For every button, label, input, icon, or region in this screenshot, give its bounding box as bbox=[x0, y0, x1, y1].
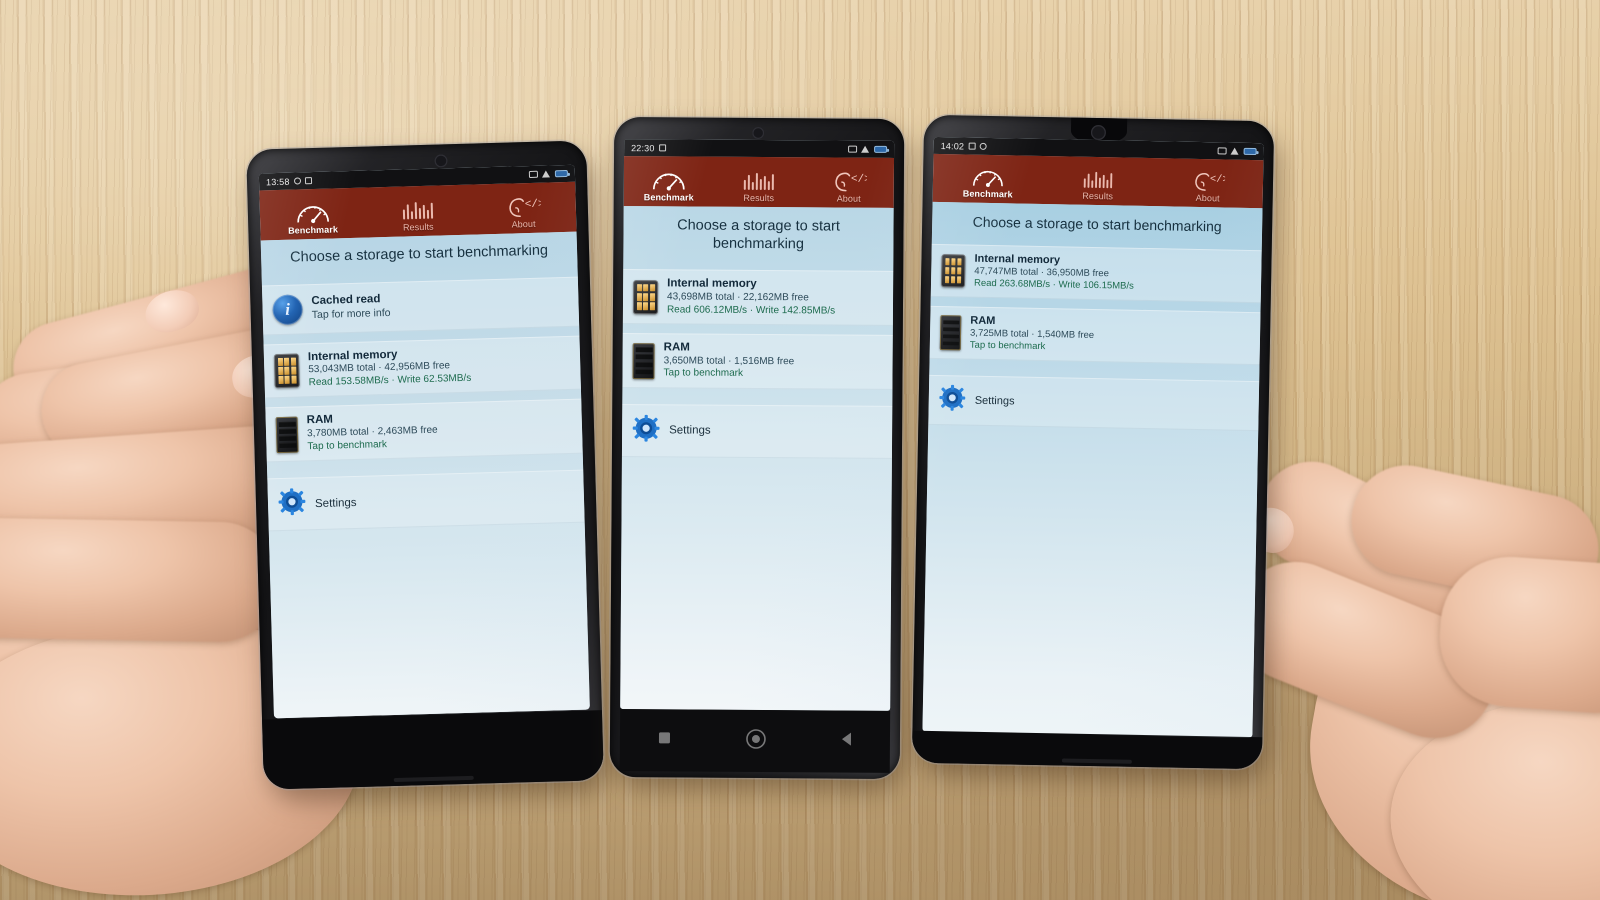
tab-about[interactable]: </> About bbox=[804, 169, 894, 204]
bar-chart-icon bbox=[1081, 168, 1115, 191]
tab-benchmark[interactable]: Benchmark bbox=[260, 200, 366, 237]
tab-about-label: About bbox=[511, 218, 536, 230]
battery-icon bbox=[874, 145, 888, 153]
head-code-icon: </> bbox=[505, 195, 542, 219]
blue-gear-icon bbox=[278, 488, 307, 522]
wifi-icon bbox=[861, 146, 870, 153]
gear-icon bbox=[979, 142, 987, 150]
list-item-ram[interactable]: RAM 3,780MB total · 2,463MB free Tap to … bbox=[265, 399, 583, 463]
blue-gear-icon bbox=[632, 414, 660, 447]
tab-about-label: About bbox=[1195, 192, 1220, 204]
tab-results-label: Results bbox=[402, 221, 434, 233]
phone-center[interactable]: 22:30 Benchmark Results </> About Choose… bbox=[609, 116, 910, 791]
content-center: Choose a storage to start benchmarking I… bbox=[620, 206, 894, 711]
status-time-left: 13:58 bbox=[265, 176, 290, 187]
settings-label: Settings bbox=[974, 394, 1015, 408]
wifi-icon bbox=[1231, 148, 1240, 155]
screen-center: 22:30 Benchmark Results </> About Choose… bbox=[620, 139, 895, 711]
speedometer-icon bbox=[971, 166, 1005, 189]
list-item-cached-read[interactable]: i Cached read Tap for more info bbox=[261, 276, 580, 336]
ram-icon bbox=[939, 315, 962, 351]
list-item-ram[interactable]: RAM 3,650MB total · 1,516MB free Tap to … bbox=[622, 333, 893, 390]
phone-left[interactable]: 13:58 Benchmark Results </> About Choose… bbox=[246, 140, 611, 802]
battery-icon bbox=[554, 169, 569, 178]
phone-right[interactable]: 14:02 Benchmark Results </> About Choose… bbox=[911, 114, 1280, 782]
screen-right: 14:02 Benchmark Results </> About Choose… bbox=[922, 136, 1264, 739]
tab-results[interactable]: Results bbox=[1043, 167, 1154, 202]
list-item-internal-memory[interactable]: Internal memory 43,698MB total · 22,162M… bbox=[622, 269, 894, 327]
list-item-sub1: 43,698MB total · 22,162MB free bbox=[667, 291, 809, 304]
svg-text:</>: </> bbox=[525, 199, 542, 212]
tab-about[interactable]: </> About bbox=[1153, 169, 1264, 204]
front-camera-left bbox=[434, 154, 448, 168]
alarm-icon bbox=[968, 142, 976, 150]
list-item-internal-memory[interactable]: Internal memory 47,747MB total · 36,950M… bbox=[930, 243, 1262, 304]
storage-icon bbox=[940, 254, 966, 288]
screen-left: 13:58 Benchmark Results </> About Choose… bbox=[258, 164, 590, 719]
tab-benchmark[interactable]: Benchmark bbox=[933, 165, 1044, 200]
ram-icon bbox=[632, 342, 655, 379]
recents-square-icon[interactable] bbox=[656, 730, 671, 750]
tab-benchmark-label: Benchmark bbox=[962, 188, 1013, 200]
tab-bar-right[interactable]: Benchmark Results </> About bbox=[932, 153, 1264, 209]
battery-icon bbox=[1243, 147, 1257, 156]
info-icon: i bbox=[272, 294, 304, 325]
tab-results-label: Results bbox=[1082, 190, 1114, 202]
tab-bar-center[interactable]: Benchmark Results </> About bbox=[623, 156, 895, 208]
head-code-icon: </> bbox=[831, 170, 867, 193]
list-item-title: RAM bbox=[663, 341, 690, 354]
tab-benchmark-label: Benchmark bbox=[287, 224, 339, 236]
alarm-icon bbox=[658, 144, 666, 152]
wifi-icon bbox=[542, 170, 551, 177]
status-time-center: 22:30 bbox=[631, 142, 655, 153]
svg-text:</>: </> bbox=[851, 174, 867, 186]
settings-row[interactable]: Settings bbox=[928, 374, 1260, 432]
gear-icon bbox=[293, 177, 301, 185]
settings-row[interactable]: Settings bbox=[267, 469, 585, 532]
alarm-icon bbox=[304, 177, 312, 185]
list-item-sub2: Tap to benchmark bbox=[663, 367, 744, 380]
settings-label: Settings bbox=[314, 496, 357, 510]
front-camera-center bbox=[752, 126, 765, 140]
content-right: Choose a storage to start benchmarking I… bbox=[922, 201, 1263, 739]
head-code-icon: </> bbox=[1191, 170, 1225, 193]
status-time-right: 14:02 bbox=[940, 140, 965, 151]
settings-label: Settings bbox=[669, 424, 711, 438]
tab-about-label: About bbox=[836, 193, 861, 204]
bar-chart-icon bbox=[400, 198, 437, 222]
home-circle-icon[interactable] bbox=[744, 727, 766, 754]
tab-bar-left[interactable]: Benchmark Results </> About bbox=[259, 181, 577, 241]
speedometer-icon bbox=[651, 168, 687, 191]
list-item-title: Internal memory bbox=[667, 277, 757, 291]
android-nav-bar-center[interactable] bbox=[619, 709, 891, 773]
tab-about[interactable]: </> About bbox=[470, 194, 576, 231]
page-title-center: Choose a storage to start benchmarking bbox=[677, 217, 841, 253]
storage-icon bbox=[632, 279, 659, 315]
back-triangle-icon[interactable] bbox=[839, 732, 853, 752]
storage-icon bbox=[273, 353, 300, 389]
cast-icon bbox=[528, 170, 539, 178]
speedometer-icon bbox=[294, 201, 331, 225]
blue-gear-icon bbox=[938, 384, 966, 417]
content-left: Choose a storage to start benchmarking i… bbox=[260, 231, 590, 719]
status-bar-center: 22:30 bbox=[624, 139, 895, 158]
tab-results-label: Results bbox=[743, 192, 775, 204]
list-item-internal-memory[interactable]: Internal memory 53,043MB total · 42,956M… bbox=[263, 335, 581, 399]
settings-row[interactable]: Settings bbox=[621, 404, 893, 459]
cast-icon bbox=[1217, 147, 1227, 155]
tab-benchmark-label: Benchmark bbox=[643, 192, 694, 203]
tab-results[interactable]: Results bbox=[714, 169, 804, 204]
list-item-sub2: Read 606.12MB/s · Write 142.85MB/s bbox=[666, 304, 836, 317]
list-item-ram[interactable]: RAM 3,725MB total · 1,540MB free Tap to … bbox=[929, 305, 1261, 366]
phone-chin-right bbox=[911, 730, 1263, 770]
bar-chart-icon bbox=[741, 169, 777, 192]
cast-icon bbox=[848, 145, 858, 153]
tab-benchmark[interactable]: Benchmark bbox=[624, 168, 714, 203]
ram-icon bbox=[275, 416, 299, 454]
svg-text:</>: </> bbox=[1210, 174, 1225, 186]
tab-results[interactable]: Results bbox=[365, 197, 471, 234]
